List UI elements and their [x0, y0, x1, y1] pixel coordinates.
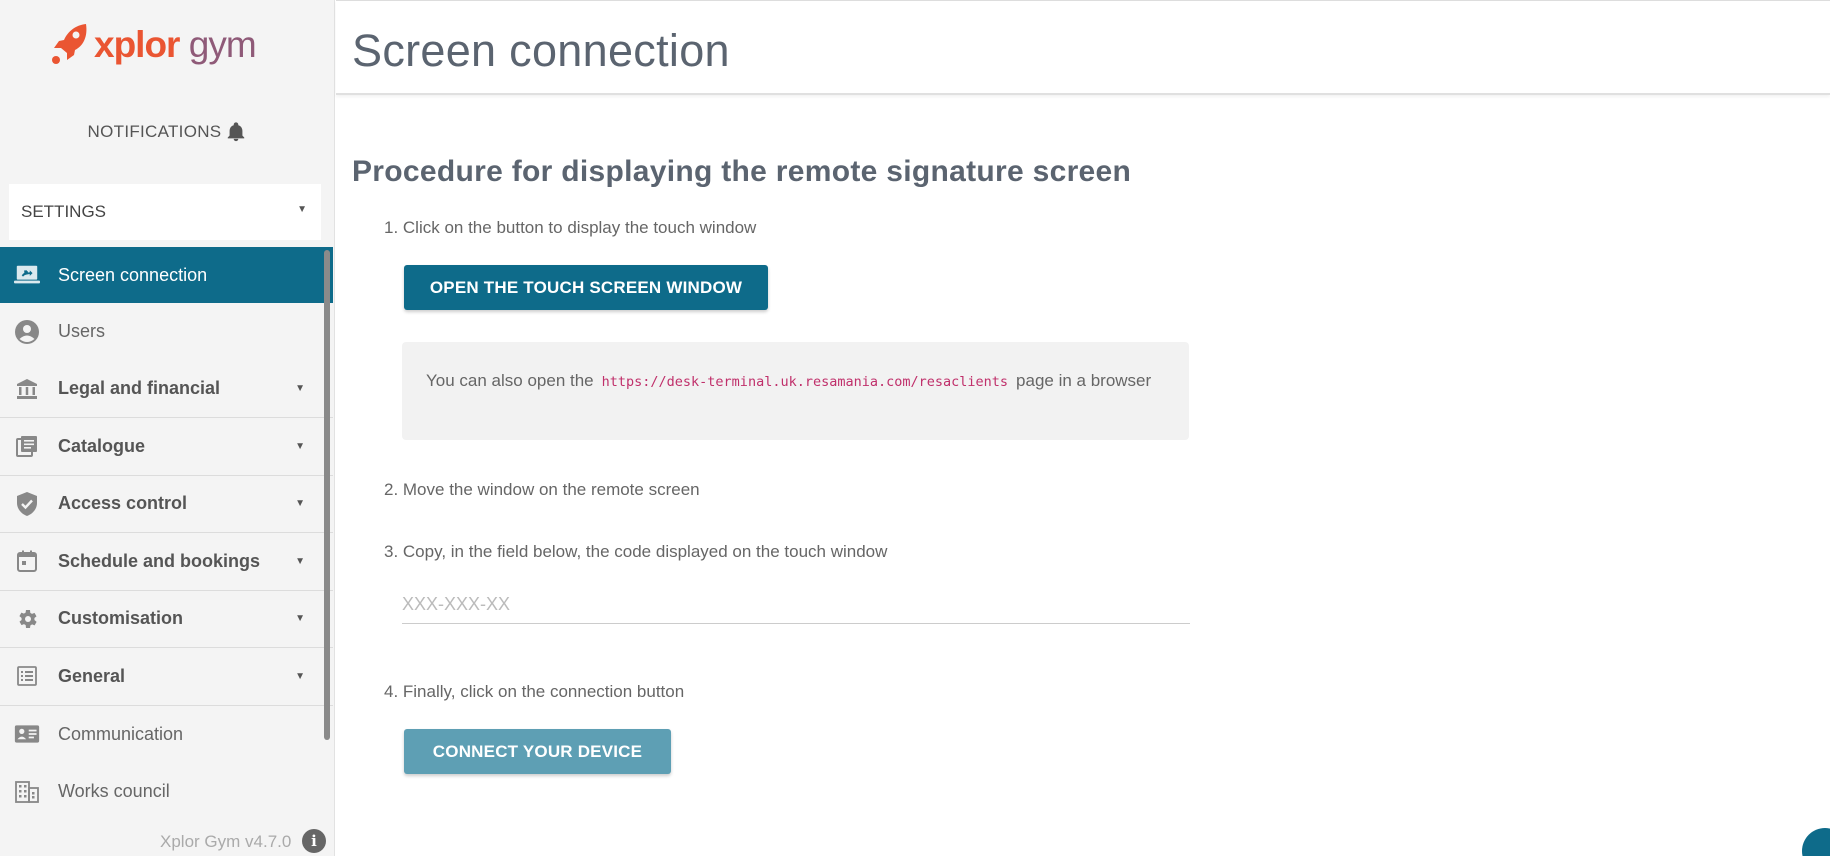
caret-down-icon: ▼ [295, 670, 305, 682]
sidebar-nav: Screen connection Users Legal and financ… [0, 247, 333, 821]
rocket-icon [52, 24, 87, 64]
sidebar-item-label: Schedule and bookings [58, 550, 261, 571]
user-circle-icon [14, 319, 40, 345]
sidebar-item-label: Catalogue [58, 435, 146, 456]
sidebar-item-works-council[interactable]: Works council [0, 763, 333, 821]
sidebar: xplor gym NOTIFICATIONS SETTINGS ▼ Scree… [0, 0, 335, 856]
info-box: You can also open the https://desk-termin… [402, 342, 1189, 440]
sidebar-item-legal-and-financial[interactable]: Legal and financial ▼ [0, 361, 333, 418]
page-header: Screen connection [336, 0, 1830, 95]
logo-text-gym: gym [188, 23, 257, 65]
sidebar-item-label: Access control [58, 493, 188, 514]
sidebar-item-label: Screen connection [58, 264, 208, 285]
shield-check-icon [14, 491, 40, 517]
caret-down-icon: ▼ [297, 204, 307, 215]
info-prefix: You can also open the [426, 371, 594, 390]
laptop-icon [14, 262, 40, 288]
sidebar-item-customisation[interactable]: Customisation ▼ [0, 591, 333, 648]
settings-dropdown[interactable]: SETTINGS ▼ [9, 184, 321, 240]
sidebar-item-label: Legal and financial [58, 378, 221, 399]
step-4-text: 4. Finally, click on the connection butt… [384, 682, 685, 701]
sidebar-item-communication[interactable]: Communication [0, 706, 333, 764]
connect-device-button[interactable]: CONNECT YOUR DEVICE [404, 729, 671, 774]
sidebar-item-general[interactable]: General ▼ [0, 648, 333, 706]
caret-down-icon: ▼ [295, 555, 305, 567]
settings-label: SETTINGS [21, 202, 107, 221]
calendar-icon [14, 548, 40, 574]
logo-text-xplor: xplor [94, 23, 180, 65]
sidebar-item-label: Customisation [58, 608, 184, 629]
notifications-link[interactable]: NOTIFICATIONS [0, 120, 335, 144]
gear-icon [14, 606, 40, 632]
contact-card-icon [14, 721, 40, 747]
info-suffix: page in a browser [1016, 371, 1152, 390]
sidebar-item-users[interactable]: Users [0, 303, 333, 361]
step-1-text: 1. Click on the button to display the to… [384, 218, 757, 237]
help-chat-button[interactable] [1802, 828, 1830, 856]
sidebar-item-screen-connection[interactable]: Screen connection [0, 247, 333, 303]
xplor-gym-logo[interactable]: xplor gym [50, 16, 257, 72]
list-icon [14, 663, 40, 689]
sidebar-item-label: Users [58, 321, 106, 342]
touch-window-url[interactable]: https://desk-terminal.uk.resamania.com/r… [594, 374, 1016, 390]
sidebar-item-schedule-and-bookings[interactable]: Schedule and bookings ▼ [0, 533, 333, 591]
step-3-text: 3. Copy, in the field below, the code di… [384, 542, 888, 561]
catalogue-icon [14, 433, 40, 459]
section-title: Procedure for displaying the remote sign… [352, 155, 1132, 188]
sidebar-item-catalogue[interactable]: Catalogue ▼ [0, 418, 333, 476]
step-2-text: 2. Move the window on the remote screen [384, 480, 700, 499]
caret-down-icon: ▼ [295, 498, 305, 510]
sidebar-scrollbar[interactable] [324, 250, 330, 740]
bank-icon [14, 376, 40, 402]
caret-down-icon: ▼ [295, 613, 305, 625]
sidebar-item-access-control[interactable]: Access control ▼ [0, 476, 333, 533]
connection-code-input[interactable] [402, 586, 1190, 624]
caret-down-icon: ▼ [295, 440, 305, 452]
sidebar-item-label: Communication [58, 723, 184, 744]
sidebar-item-label: Works council [58, 781, 170, 802]
info-icon[interactable]: i [302, 829, 326, 853]
app-version: Xplor Gym v4.7.0 [160, 832, 292, 851]
caret-down-icon: ▼ [295, 383, 305, 395]
sidebar-item-label: General [58, 665, 126, 686]
building-icon [14, 779, 40, 805]
bell-icon [228, 122, 245, 142]
page-title: Screen connection [352, 25, 730, 76]
open-touch-screen-button[interactable]: OPEN THE TOUCH SCREEN WINDOW [404, 265, 768, 310]
notifications-label: NOTIFICATIONS [87, 122, 222, 141]
